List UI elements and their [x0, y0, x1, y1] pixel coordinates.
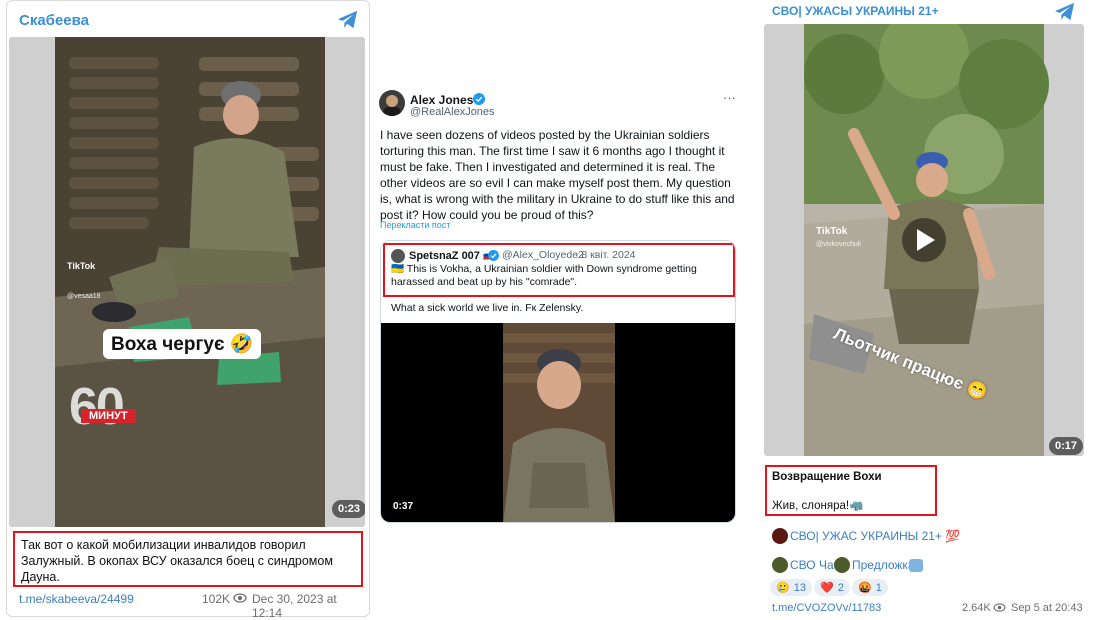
- suggest-emoji-icon: [834, 557, 850, 573]
- video-player[interactable]: TikTok @vivkovechuk Льотчик працює 😁 0:1…: [764, 24, 1084, 456]
- post-subtitle: Жив, слоняра!🦏: [772, 500, 864, 512]
- reaction-heart[interactable]: ❤️ 2: [814, 579, 850, 596]
- video-player[interactable]: TikTok @vesaa18 Воха чергує 🤣 60 МИНУТ 0…: [9, 37, 365, 527]
- quote-author-name: SpetsnaZ 007 🇷🇺: [409, 250, 497, 262]
- author-handle[interactable]: @RealAlexJones: [410, 106, 495, 118]
- post-title: Возвращение Вохи: [772, 471, 882, 483]
- suggest-link[interactable]: Предложка: [852, 558, 915, 572]
- verified-badge-icon: [473, 93, 485, 105]
- post-date: Sep 5 at 20:43: [1011, 602, 1083, 614]
- video-duration: 0:23: [332, 500, 365, 518]
- quote-video[interactable]: 0:37: [381, 323, 735, 522]
- quote-video-thumbnail: [503, 323, 615, 522]
- tweet-text: I have seen dozens of videos posted by t…: [380, 128, 735, 222]
- reaction-tearful[interactable]: 🥲 13: [770, 579, 812, 596]
- quote-handle: @Alex_Oloyede2: [502, 249, 584, 261]
- reaction-angry-emoji: 🤬: [858, 582, 872, 594]
- logo-number: 60: [69, 378, 125, 436]
- view-count: 102K: [202, 592, 231, 606]
- video-thumbnail: [9, 37, 365, 527]
- tiktok-username: @vesaa18: [67, 293, 101, 300]
- avatar[interactable]: [379, 90, 405, 116]
- tweet-card: Alex Jones @RealAlexJones ··· I have see…: [373, 80, 743, 525]
- eye-icon: [233, 593, 247, 603]
- channel-emoji-icon: [772, 528, 788, 544]
- channel-link[interactable]: СВО| УЖАС УКРАИНЫ 21+ 💯: [790, 529, 960, 543]
- post-link[interactable]: t.me/skabeeva/24499: [19, 592, 134, 606]
- author-name[interactable]: Alex Jones: [410, 93, 473, 107]
- channel-name[interactable]: СВО| УЖАСЫ УКРАИНЫ 21+: [772, 4, 939, 18]
- tiktok-watermark: TikTok: [816, 226, 848, 237]
- post-text: Так вот о какой мобилизации инвалидов го…: [13, 531, 363, 587]
- reaction-tearful-emoji: 🥲: [776, 582, 790, 594]
- sixty-minutes-logo: 60 МИНУТ: [69, 377, 169, 439]
- reaction-angry-count: 1: [875, 581, 882, 594]
- post-link[interactable]: t.me/CVOZOVv/11783: [772, 602, 881, 614]
- telegram-post-svo: СВО| УЖАСЫ УКРАИНЫ 21+ TikTok @vivkovech…: [762, 0, 1088, 620]
- video-duration: 0:17: [1049, 437, 1084, 455]
- quote-video-duration: 0:37: [393, 501, 414, 512]
- quoted-tweet[interactable]: SpetsnaZ 007 🇷🇺 @Alex_Oloyede2 · 8 квіт.…: [380, 240, 736, 523]
- tiktok-watermark: TikTok: [67, 261, 96, 271]
- quote-reply-text: What a sick world we live in. Fк Zelensk…: [391, 302, 584, 314]
- chat-emoji-icon: [772, 557, 788, 573]
- caption-overlay: Воха чергує 🤣: [103, 329, 262, 359]
- eye-icon: [993, 603, 1006, 612]
- quote-verified-icon: [488, 250, 499, 261]
- video-thumbnail: [764, 24, 1084, 456]
- telegram-post-skabeeva: Скабеева TikTok @vesaa18 Воха чергує 🤣 6…: [6, 0, 370, 620]
- reaction-tearful-count: 13: [793, 581, 806, 594]
- translate-link[interactable]: Перекласти пост: [380, 220, 450, 230]
- more-options-icon[interactable]: ···: [723, 90, 736, 105]
- telegram-icon[interactable]: [337, 10, 359, 30]
- logo-word: МИНУТ: [81, 409, 136, 423]
- tiktok-username: @vivkovechuk: [816, 241, 862, 248]
- quote-avatar: [391, 249, 405, 263]
- reaction-heart-emoji: ❤️: [820, 582, 834, 594]
- view-count: 2.64K: [962, 602, 991, 614]
- telegram-icon[interactable]: [1054, 2, 1076, 22]
- chat-link[interactable]: СВО Чат: [790, 558, 839, 572]
- reaction-angry[interactable]: 🤬 1: [852, 579, 888, 596]
- reaction-heart-count: 2: [837, 581, 844, 594]
- quote-date: · 8 квіт. 2024: [575, 249, 636, 261]
- channel-name[interactable]: Скабеева: [19, 12, 89, 29]
- post-date: Dec 30, 2023 at 12:14: [252, 592, 337, 620]
- mailbox-icon: [909, 559, 923, 572]
- quote-text: 🇺🇦 This is Vokha, a Ukrainian soldier wi…: [391, 263, 697, 288]
